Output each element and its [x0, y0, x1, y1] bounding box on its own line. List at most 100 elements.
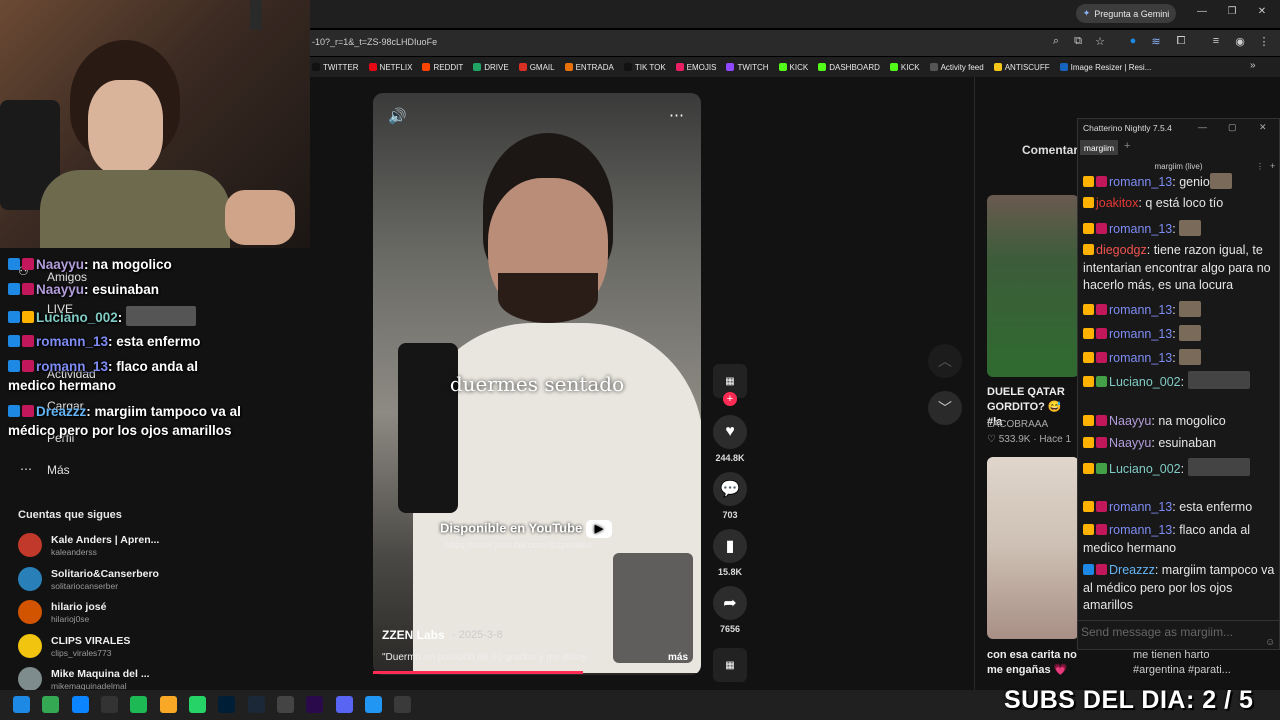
add-tab-icon[interactable]: + — [1124, 140, 1130, 152]
next-video-icon[interactable]: ﹀ — [928, 391, 962, 425]
more-bookmarks-icon[interactable]: » — [1250, 60, 1256, 71]
bookmark-item[interactable]: KICK — [778, 63, 808, 72]
extensions-puzzle-icon[interactable]: ⧠ — [1173, 35, 1189, 48]
emote-picker-icon[interactable]: ☺ — [1265, 637, 1275, 648]
chat-username[interactable]: diegodgz — [1096, 243, 1147, 257]
chat-username[interactable]: romann_13 — [1109, 175, 1172, 189]
overlay-chat-message: romann_13: flaco anda al medico hermano — [8, 357, 248, 395]
video-author[interactable]: ZZEN Labs — [382, 628, 445, 642]
following-account[interactable]: Solitario&Canserbero solitariocanserber — [18, 567, 278, 597]
related-video-tags[interactable]: me tienen harto #argentina #parati... — [1133, 648, 1243, 678]
chat-username[interactable]: Luciano_002 — [1109, 375, 1181, 389]
chrome-icon[interactable] — [42, 696, 59, 713]
music-disc[interactable]: ▦ — [710, 648, 750, 682]
windows-start-icon[interactable] — [13, 696, 30, 713]
chatterino-icon[interactable] — [394, 696, 411, 713]
bookmark-label: REDDIT — [433, 62, 464, 72]
chat-username[interactable]: Naayyu — [1109, 436, 1151, 450]
edge-icon[interactable] — [72, 696, 89, 713]
bookmark-item[interactable]: Activity feed — [929, 63, 984, 72]
explorer-icon[interactable] — [160, 696, 177, 713]
bookmark-item[interactable]: REDDIT — [422, 63, 463, 72]
channel-menu-icon[interactable]: ⋮ — [1256, 162, 1264, 171]
previous-video-icon[interactable]: ︿ — [928, 344, 962, 378]
video-progress[interactable] — [373, 671, 583, 674]
chatterino-minimize-icon[interactable]: — — [1198, 122, 1207, 132]
chat-username[interactable]: joakitox — [1096, 196, 1138, 210]
share-count: 7656 — [719, 624, 741, 634]
close-icon[interactable]: ✕ — [1252, 6, 1272, 17]
chat-input[interactable]: Send message as margiim... — [1081, 625, 1233, 639]
chat-message: Dreazzz: margiim tampoco va al médico pe… — [1083, 562, 1275, 615]
save-button[interactable]: ▮ 15.8K — [710, 529, 750, 577]
chat-username[interactable]: romann_13 — [1109, 351, 1172, 365]
related-video-author[interactable]: LACOBRAAA — [987, 419, 1048, 430]
gemini-icon: ✦ — [1082, 8, 1091, 18]
chat-username[interactable]: romann_13 — [1109, 303, 1172, 317]
chat-username[interactable]: romann_13 — [1109, 327, 1172, 341]
volume-icon[interactable]: 🔊 — [388, 107, 407, 125]
minimize-icon[interactable]: — — [1192, 6, 1212, 17]
like-button[interactable]: ♥ 244.8K — [710, 415, 750, 463]
badge-icon — [1096, 304, 1107, 315]
bookmark-item[interactable]: DASHBOARD — [818, 63, 880, 72]
related-video-title[interactable]: con esa carita no me engañas 💗 — [987, 648, 1087, 678]
bookmark-item[interactable]: ANTISCUFF — [993, 63, 1050, 72]
follow-plus-icon[interactable]: + — [723, 392, 737, 406]
photoshop-icon[interactable] — [218, 696, 235, 713]
split-add-icon[interactable]: + — [1270, 161, 1275, 171]
chat-username[interactable]: Dreazzz — [1109, 563, 1155, 577]
chat-username[interactable]: romann_13 — [1109, 222, 1172, 236]
bookmark-item[interactable]: KICK — [889, 63, 920, 72]
creator-avatar[interactable]: ▦ + — [710, 364, 750, 406]
bookmark-item[interactable]: EMOJIS — [675, 63, 716, 72]
extension-icon[interactable]: ≋ — [1148, 35, 1164, 48]
chat-username[interactable]: Luciano_002 — [1109, 462, 1181, 476]
chat-username[interactable]: romann_13 — [1109, 523, 1172, 537]
tab-search-icon[interactable]: ≡ — [1208, 35, 1224, 47]
url-text[interactable]: -10?_r=1&_t=ZS-98cLHDIuoFe — [312, 37, 437, 47]
bookmark-item[interactable]: ENTRADA — [564, 63, 614, 72]
youtube-promo: Disponible en YouTube ▶ — [440, 520, 612, 538]
gemini-button[interactable]: ✦ Pregunta a Gemini — [1076, 4, 1176, 23]
extension-icon[interactable]: ● — [1125, 35, 1141, 47]
chat-username[interactable]: romann_13 — [1109, 500, 1172, 514]
bookmark-item[interactable]: DRIVE — [473, 63, 509, 72]
chatterino-maximize-icon[interactable]: ▢ — [1228, 122, 1237, 133]
more-link[interactable]: más — [668, 652, 688, 663]
bookmark-item[interactable]: TWITCH — [726, 63, 769, 72]
chatgpt-icon[interactable] — [277, 696, 294, 713]
bookmark-item[interactable]: Image Resizer | Resi... — [1059, 63, 1151, 72]
related-video-thumbnail[interactable] — [987, 457, 1079, 639]
notes-icon[interactable] — [365, 696, 382, 713]
related-video-thumbnail[interactable] — [987, 195, 1079, 377]
tab-comments[interactable]: Comentari — [1022, 143, 1081, 157]
following-account[interactable]: hilario josé hilarioj0se — [18, 600, 278, 630]
nav-more[interactable]: Más — [47, 463, 70, 477]
spotify-icon[interactable] — [130, 696, 147, 713]
steam-icon[interactable] — [248, 696, 265, 713]
chatterino-close-icon[interactable]: ✕ — [1259, 122, 1267, 133]
chatterino-tab[interactable]: margiim — [1080, 140, 1118, 155]
browser-menu-icon[interactable]: ⋮ — [1256, 35, 1272, 48]
share-button[interactable]: ➦ 7656 — [710, 586, 750, 634]
following-account[interactable]: CLIPS VIRALES clips_virales773 — [18, 634, 278, 664]
bookmark-item[interactable]: GMAIL — [518, 63, 555, 72]
discord-icon[interactable] — [336, 696, 353, 713]
bookmark-star-icon[interactable]: ☆ — [1092, 35, 1108, 48]
obs-icon[interactable] — [101, 696, 118, 713]
whatsapp-icon[interactable] — [189, 696, 206, 713]
video-options-icon[interactable]: ⋯ — [669, 106, 684, 124]
zoom-icon[interactable]: ⌕ — [1048, 35, 1064, 48]
premiere-icon[interactable] — [306, 696, 323, 713]
maximize-icon[interactable]: ❐ — [1222, 6, 1242, 17]
bookmark-item[interactable]: NETFLIX — [368, 63, 412, 72]
comment-button[interactable]: 💬 703 — [710, 472, 750, 520]
bookmark-item[interactable]: TWITTER — [312, 63, 359, 72]
chat-username[interactable]: Naayyu — [1109, 414, 1151, 428]
bookmark-favicon-icon — [623, 63, 632, 71]
following-account[interactable]: Kale Anders | Apren... kaleanderss — [18, 533, 278, 563]
install-icon[interactable]: ⧉ — [1070, 35, 1086, 48]
profile-avatar-icon[interactable]: ◉ — [1232, 35, 1248, 48]
bookmark-item[interactable]: TIK TOK — [623, 63, 666, 72]
